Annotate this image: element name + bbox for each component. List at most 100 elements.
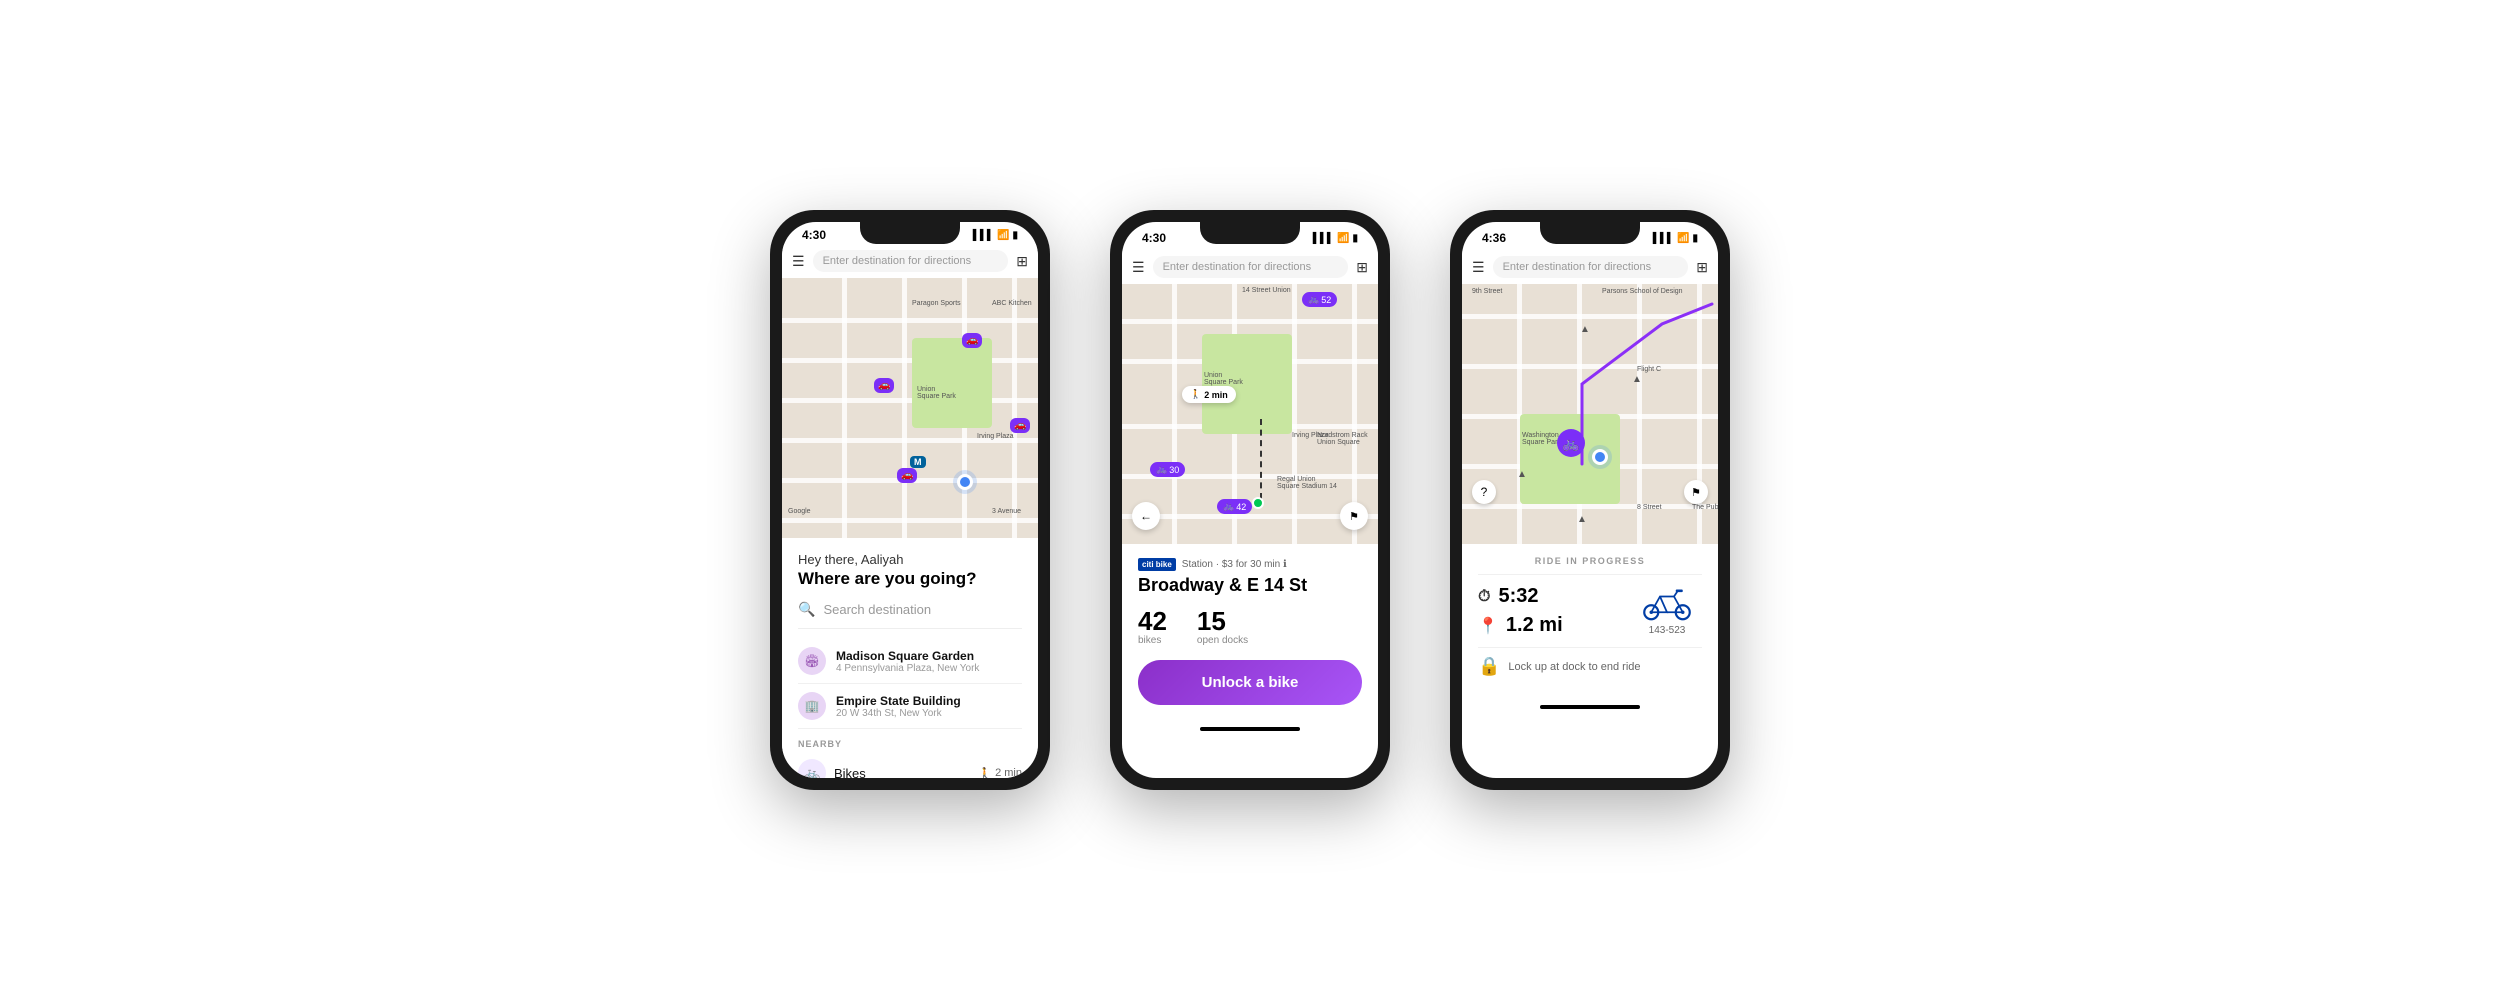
ride-left: ⏱ 5:32 📍 1.2 mi	[1478, 585, 1563, 637]
search-dest-placeholder: Search destination	[823, 602, 931, 617]
phone-3: 4:36 ▌▌▌ 📶 ▮ ☰ Enter destination for dir…	[1450, 210, 1730, 790]
citibike-header: citi bike Station · $3 for 30 min ℹ	[1138, 558, 1362, 571]
heading-text: Where are you going?	[798, 569, 1022, 589]
search-dest-icon: 🔍	[798, 601, 815, 618]
pin-icon: 📍	[1478, 616, 1498, 636]
search-placeholder-2: Enter destination for directions	[1163, 261, 1312, 273]
nav-back-arrow[interactable]: ←	[1132, 502, 1160, 530]
recent-item-2[interactable]: 🏢 Empire State Building 20 W 34th St, Ne…	[798, 684, 1022, 729]
walk-time-card: 🚶 2 min	[1182, 386, 1236, 403]
station-meta: Station · $3 for 30 min ℹ	[1182, 559, 1287, 570]
grid-icon-2[interactable]: ⊞	[1356, 259, 1368, 276]
ride-panel: RIDE IN PROGRESS ⏱ 5:32 📍 1.2 mi	[1462, 544, 1718, 697]
notch-1	[860, 222, 960, 244]
home-indicator-3	[1462, 697, 1718, 717]
bike-id: 143-523	[1649, 625, 1686, 636]
recent-detail-2: Empire State Building 20 W 34th St, New …	[836, 694, 961, 719]
lock-instruction: 🔒 Lock up at dock to end ride	[1478, 647, 1702, 685]
route-svg	[1462, 284, 1718, 544]
notch-2	[1200, 222, 1300, 244]
recent-icon-1: 🏟	[798, 647, 826, 675]
menu-icon-1[interactable]: ☰	[792, 253, 805, 270]
recent-addr-1: 4 Pennsylvania Plaza, New York	[836, 663, 979, 674]
nearby-label: NEARBY	[798, 739, 1022, 749]
car-pin-1: 🚗	[962, 333, 982, 348]
recent-icon-2: 🏢	[798, 692, 826, 720]
search-bar-1[interactable]: Enter destination for directions	[813, 250, 1009, 272]
bike-pin-30: 🚲 30	[1150, 462, 1185, 477]
battery-icon-2: ▮	[1352, 233, 1358, 244]
search-destination-bar[interactable]: 🔍 Search destination	[798, 601, 1022, 629]
bottom-panel-1: Hey there, Aaliyah Where are you going? …	[782, 538, 1038, 778]
phone-1: 4:30 ▌▌▌ 📶 ▮ ☰ Enter destination for dir…	[770, 210, 1050, 790]
user-location	[957, 474, 973, 490]
docks-label: open docks	[1197, 635, 1248, 646]
info-icon[interactable]: ℹ	[1283, 559, 1287, 570]
app-header-2: ☰ Enter destination for directions ⊞	[1122, 250, 1378, 284]
wifi-icon-2: 📶	[1337, 233, 1349, 244]
user-loc-3	[1592, 449, 1608, 465]
map2-label-union: UnionSquare Park	[1204, 372, 1243, 386]
flag-button[interactable]: ⚑	[1340, 502, 1368, 530]
walk-icon-2: 🚶	[1190, 389, 1201, 400]
lock-text: Lock up at dock to end ride	[1508, 661, 1640, 673]
docks-stat: 15 open docks	[1197, 606, 1248, 646]
menu-icon-2[interactable]: ☰	[1132, 259, 1145, 276]
search-bar-placeholder-1: Enter destination for directions	[823, 255, 972, 267]
clock-icon: ⏱	[1478, 588, 1490, 606]
signal-icon-3: ▌▌▌	[1653, 233, 1674, 244]
recent-name-2: Empire State Building	[836, 694, 961, 708]
home-bar-2	[1200, 727, 1300, 731]
map-area-2: 14 Street Union UnionSquare Park Irving …	[1122, 284, 1378, 544]
nav-marker-3: ▲	[1517, 469, 1527, 480]
map-area-3: 9th Street Parsons School of Design Flig…	[1462, 284, 1718, 544]
docks-count: 15	[1197, 606, 1248, 637]
signal-icon-1: ▌▌▌	[973, 230, 994, 241]
recent-name-1: Madison Square Garden	[836, 649, 979, 663]
ride-header: RIDE IN PROGRESS	[1478, 556, 1702, 575]
bike-svg	[1637, 586, 1697, 621]
menu-icon-3[interactable]: ☰	[1472, 259, 1485, 276]
status-icons-3: ▌▌▌ 📶 ▮	[1653, 233, 1698, 244]
walk-time: 🚶 2 min	[978, 767, 1022, 779]
time-1: 4:30	[802, 228, 826, 242]
unlock-button[interactable]: Unlock a bike	[1138, 660, 1362, 705]
map-label-union: UnionSquare Park	[917, 386, 956, 400]
notch-3	[1540, 222, 1640, 244]
status-icons-1: ▌▌▌ 📶 ▮	[973, 230, 1018, 241]
ride-time-value: 5:32	[1498, 585, 1538, 608]
help-button[interactable]: ?	[1472, 480, 1496, 504]
search-placeholder-3: Enter destination for directions	[1503, 261, 1652, 273]
time-2: 4:30	[1142, 231, 1166, 245]
search-bar-3[interactable]: Enter destination for directions	[1493, 256, 1689, 278]
map2-label-nordstrom: Nordstrom RackUnion Square	[1317, 432, 1368, 446]
nav-marker-4: ▲	[1577, 514, 1587, 525]
map-label-abc: ABC Kitchen	[992, 300, 1032, 307]
lock-icon: 🔒	[1478, 656, 1500, 677]
ride-dist-value: 1.2 mi	[1506, 614, 1563, 637]
phones-container: 4:30 ▌▌▌ 📶 ▮ ☰ Enter destination for dir…	[770, 210, 1730, 790]
status-icons-2: ▌▌▌ 📶 ▮	[1313, 233, 1358, 244]
recent-item-1[interactable]: 🏟 Madison Square Garden 4 Pennsylvania P…	[798, 639, 1022, 684]
app-header-1: ☰ Enter destination for directions ⊞	[782, 244, 1038, 278]
grid-icon-1[interactable]: ⊞	[1016, 253, 1028, 270]
home-bar-3	[1540, 705, 1640, 709]
ride-dist-stat: 📍 1.2 mi	[1478, 614, 1563, 637]
ride-time-stat: ⏱ 5:32	[1478, 585, 1563, 608]
bike-station-pin-3: 🚲	[1557, 429, 1585, 457]
ride-stats: ⏱ 5:32 📍 1.2 mi	[1478, 585, 1702, 637]
map-label-paragon: Paragon Sports	[912, 300, 961, 307]
bikes-stat: 42 bikes	[1138, 606, 1167, 646]
flag-button-3[interactable]: ⚑	[1684, 480, 1708, 504]
bike-pin-42: 🚲 42	[1217, 499, 1252, 514]
wifi-icon-1: 📶	[997, 230, 1009, 241]
nearby-item-bikes[interactable]: 🚲 Bikes 🚶 2 min	[798, 755, 1022, 778]
nearby-left: 🚲 Bikes	[798, 759, 866, 778]
signal-icon-2: ▌▌▌	[1313, 233, 1334, 244]
walk-icon: 🚶	[978, 767, 992, 779]
search-bar-2[interactable]: Enter destination for directions	[1153, 256, 1349, 278]
grid-icon-3[interactable]: ⊞	[1696, 259, 1708, 276]
bike-pin-52: 🚲 52	[1302, 292, 1337, 307]
nav-marker-1: ▲	[1580, 324, 1590, 335]
station-dot-2	[1252, 497, 1264, 509]
